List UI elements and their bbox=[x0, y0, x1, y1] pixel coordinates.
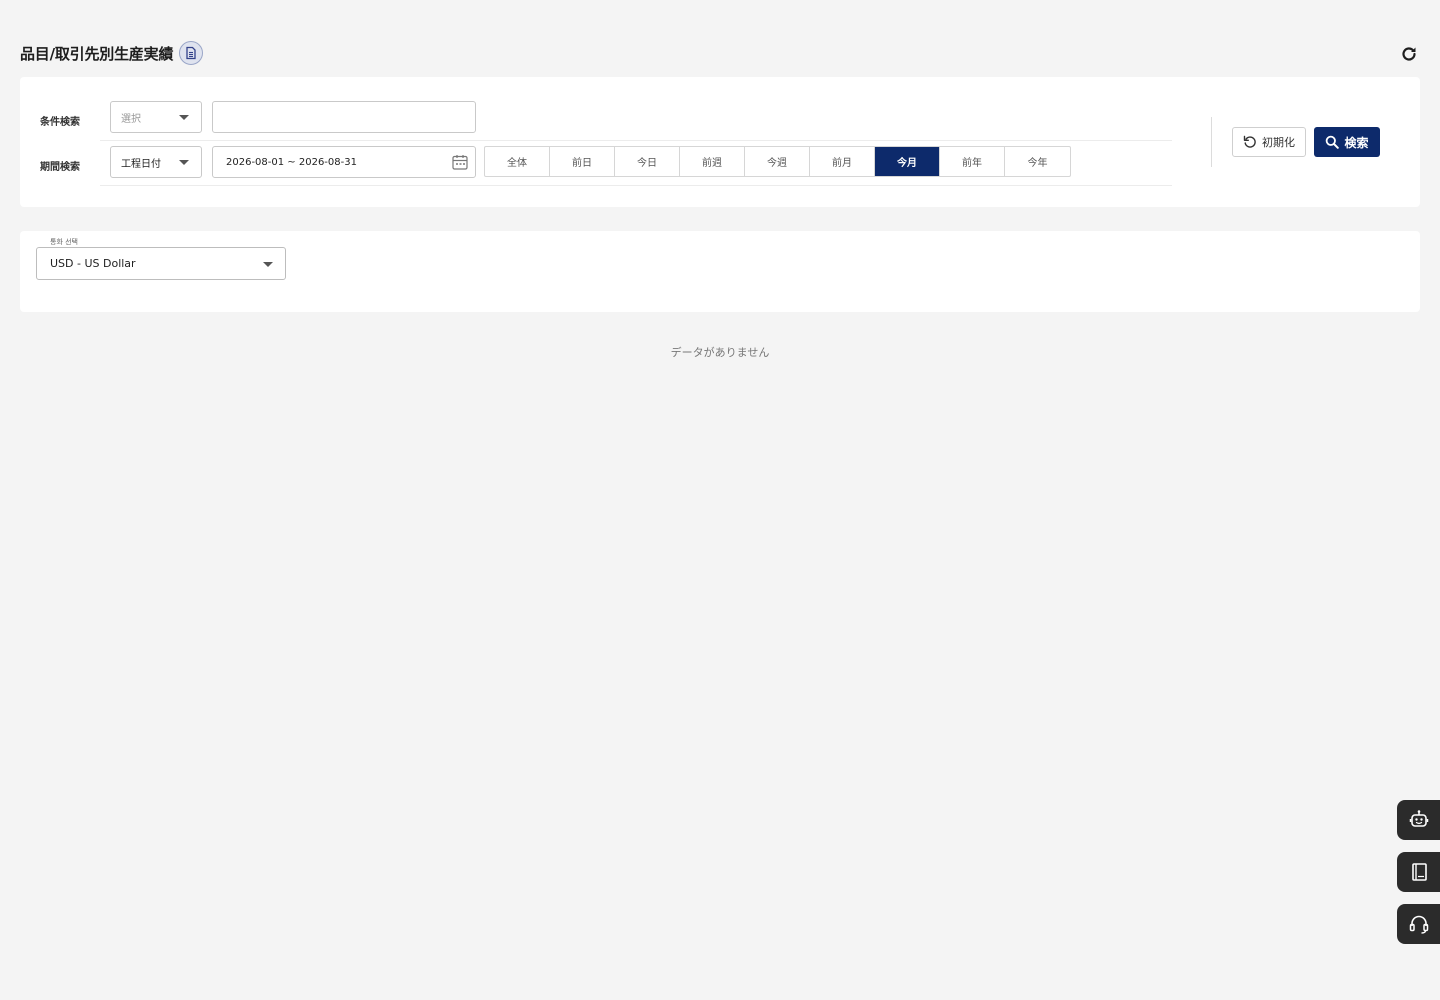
period-search-label: 期間検索 bbox=[40, 162, 80, 173]
period-tab[interactable]: 今日 bbox=[615, 147, 680, 176]
period-tab[interactable]: 前月 bbox=[810, 147, 875, 176]
headset-icon bbox=[1409, 915, 1428, 934]
period-type-value: 工程日付 bbox=[121, 158, 161, 170]
date-range-value: 2026-08-01 ~ 2026-08-31 bbox=[226, 156, 357, 168]
page-title: 品目/取引先別生産実績 bbox=[20, 44, 174, 63]
manual-button[interactable] bbox=[1397, 852, 1440, 892]
period-type-select[interactable]: 工程日付 bbox=[110, 146, 202, 178]
search-button[interactable]: 検索 bbox=[1314, 127, 1380, 157]
condition-search-label: 条件検索 bbox=[40, 117, 80, 128]
period-tab[interactable]: 今週 bbox=[745, 147, 810, 176]
refresh-icon[interactable] bbox=[1398, 43, 1420, 65]
book-icon bbox=[1411, 863, 1427, 881]
period-tab[interactable]: 前日 bbox=[550, 147, 615, 176]
period-tab[interactable]: 全体 bbox=[485, 147, 550, 176]
currency-label: 통화 선택 bbox=[46, 237, 82, 247]
condition-input[interactable] bbox=[212, 101, 476, 133]
search-icon bbox=[1326, 135, 1340, 149]
chevron-down-icon bbox=[179, 160, 189, 165]
chatbot-button[interactable] bbox=[1397, 800, 1440, 840]
document-icon[interactable] bbox=[179, 41, 204, 65]
search-label: 検索 bbox=[1344, 135, 1369, 150]
currency-select[interactable]: USD - US Dollar bbox=[36, 247, 286, 280]
condition-select-value: 選択 bbox=[121, 113, 141, 125]
chevron-down-icon bbox=[179, 115, 189, 120]
reset-label: 初期化 bbox=[1262, 136, 1295, 149]
chevron-down-icon bbox=[263, 262, 273, 267]
period-tab[interactable]: 今年 bbox=[1005, 147, 1070, 176]
period-tab[interactable]: 今月 bbox=[875, 147, 940, 176]
support-button[interactable] bbox=[1397, 904, 1440, 944]
row-divider bbox=[100, 185, 1172, 186]
calendar-icon[interactable] bbox=[451, 153, 469, 174]
vertical-separator bbox=[1211, 117, 1212, 167]
currency-panel: USD - US Dollar 통화 선택 bbox=[20, 231, 1420, 312]
period-tab[interactable]: 前週 bbox=[680, 147, 745, 176]
period-tab[interactable]: 前年 bbox=[940, 147, 1005, 176]
currency-value: USD - US Dollar bbox=[50, 257, 136, 270]
page-header: 品目/取引先別生産実績 bbox=[20, 40, 1420, 66]
date-range-input[interactable]: 2026-08-01 ~ 2026-08-31 bbox=[212, 146, 476, 178]
row-divider bbox=[100, 140, 1172, 141]
reset-button[interactable]: 初期化 bbox=[1232, 127, 1306, 157]
bot-icon bbox=[1409, 810, 1428, 827]
reset-icon bbox=[1243, 135, 1256, 148]
period-tabs: 全体 前日 今日 前週 今週 前月 今月 前年 今年 bbox=[484, 146, 1071, 177]
search-panel: 条件検索 選択 期間検索 工程日付 2026-08-01 ~ 2026-08-3… bbox=[20, 77, 1420, 207]
condition-select[interactable]: 選択 bbox=[110, 101, 202, 133]
empty-message: データがありません bbox=[670, 346, 770, 359]
